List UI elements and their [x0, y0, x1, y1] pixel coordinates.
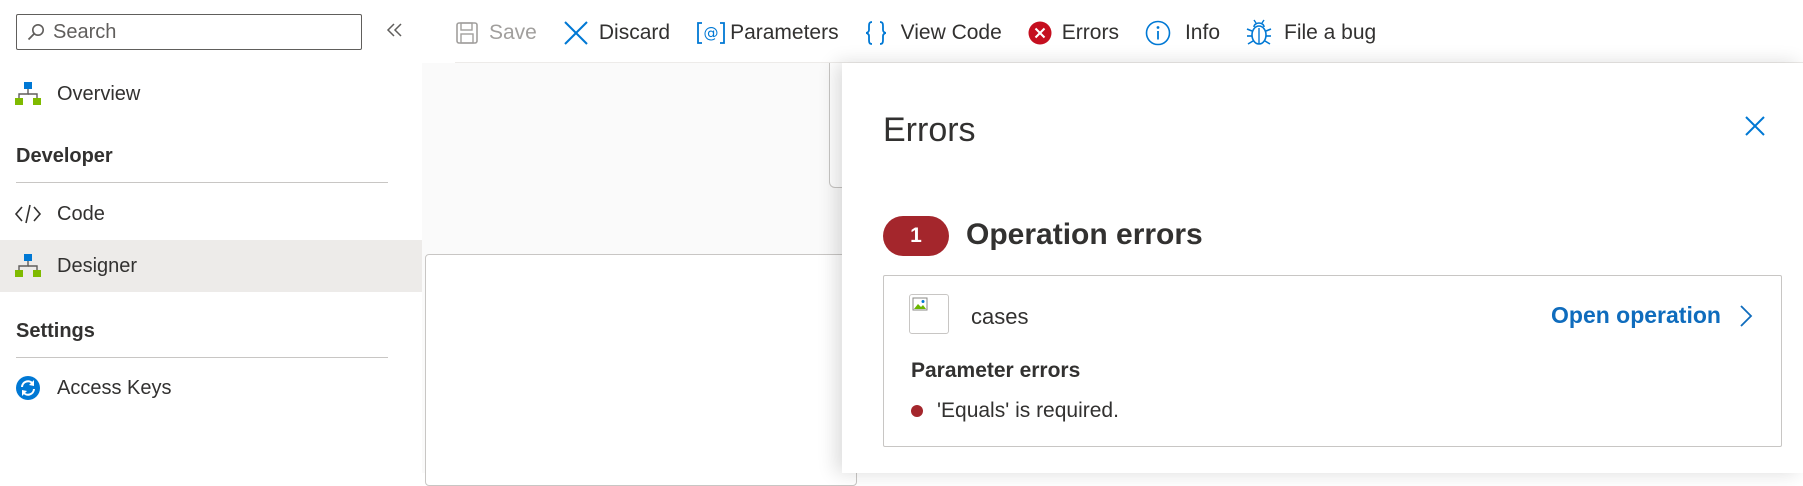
- sidebar-item-code[interactable]: Code: [0, 188, 422, 240]
- info-icon: [1145, 20, 1171, 46]
- error-list-item: 'Equals' is required.: [911, 399, 1119, 423]
- search-icon: [27, 23, 45, 41]
- error-count-badge: 1: [883, 216, 949, 256]
- sidebar-item-label: Access Keys: [57, 376, 172, 399]
- discard-button[interactable]: Discard: [563, 10, 670, 56]
- chevron-right-icon: [1739, 304, 1753, 328]
- close-icon: [563, 20, 589, 46]
- view-code-label: View Code: [900, 21, 1002, 44]
- search-box[interactable]: [16, 14, 362, 50]
- section-heading-settings: Settings: [16, 320, 95, 342]
- parameters-label: Parameters: [730, 21, 839, 44]
- code-icon: [14, 200, 42, 228]
- sidebar-item-label: Code: [57, 202, 105, 225]
- errors-button[interactable]: Errors: [1028, 10, 1119, 56]
- parameters-icon: @: [696, 21, 726, 45]
- section-divider: [16, 182, 388, 183]
- designer-toolbar: Save Discard @ Parameters View Code Erro…: [455, 10, 1402, 56]
- section-heading-developer: Developer: [16, 145, 113, 167]
- error-card: cases Open operation Parameter errors 'E…: [883, 275, 1782, 447]
- discard-label: Discard: [598, 21, 671, 44]
- error-message: 'Equals' is required.: [937, 399, 1119, 422]
- bug-icon: [1246, 19, 1272, 47]
- operation-name: cases: [971, 304, 1029, 329]
- error-icon: [1028, 21, 1052, 45]
- parameter-errors-heading: Parameter errors: [911, 359, 1081, 382]
- save-button[interactable]: Save: [455, 10, 537, 56]
- sidebar-item-designer[interactable]: Designer: [0, 240, 422, 292]
- section-title: Operation errors: [966, 218, 1203, 251]
- access-keys-icon: [14, 374, 42, 402]
- error-bullet-icon: [911, 405, 923, 417]
- sidebar-item-access-keys[interactable]: Access Keys: [0, 362, 422, 414]
- open-operation-link[interactable]: Open operation: [1551, 302, 1753, 329]
- errors-panel: Errors 1 Operation errors cases Open ope…: [842, 63, 1803, 473]
- file-a-bug-button[interactable]: File a bug: [1246, 10, 1376, 56]
- overview-icon: [14, 80, 42, 108]
- sidebar-item-label: Designer: [57, 254, 138, 277]
- file-a-bug-label: File a bug: [1284, 21, 1377, 44]
- panel-title: Errors: [883, 111, 976, 149]
- designer-icon: [14, 252, 42, 280]
- double-chevron-left-icon: [386, 22, 404, 43]
- collapse-sidebar-button[interactable]: [384, 20, 406, 44]
- open-operation-label: Open operation: [1551, 302, 1721, 328]
- info-label: Info: [1184, 21, 1220, 44]
- close-icon: [1744, 115, 1766, 142]
- search-input[interactable]: [53, 20, 343, 44]
- canvas-node[interactable]: [425, 254, 857, 486]
- svg-text:@: @: [704, 24, 719, 42]
- save-label: Save: [489, 21, 537, 44]
- sidebar-item-overview[interactable]: Overview: [0, 68, 422, 120]
- errors-label: Errors: [1061, 21, 1119, 44]
- sidebar-item-label: Overview: [57, 82, 141, 105]
- info-button[interactable]: Info: [1145, 10, 1220, 56]
- close-panel-button[interactable]: [1742, 115, 1768, 141]
- view-code-button[interactable]: View Code: [865, 10, 1002, 56]
- save-icon: [455, 21, 479, 45]
- parameters-button[interactable]: @ Parameters: [696, 10, 839, 56]
- braces-icon: [865, 20, 887, 46]
- sidebar: Overview Developer Code Designer Setting…: [0, 0, 422, 473]
- section-divider: [16, 357, 388, 358]
- operation-icon: [909, 294, 949, 334]
